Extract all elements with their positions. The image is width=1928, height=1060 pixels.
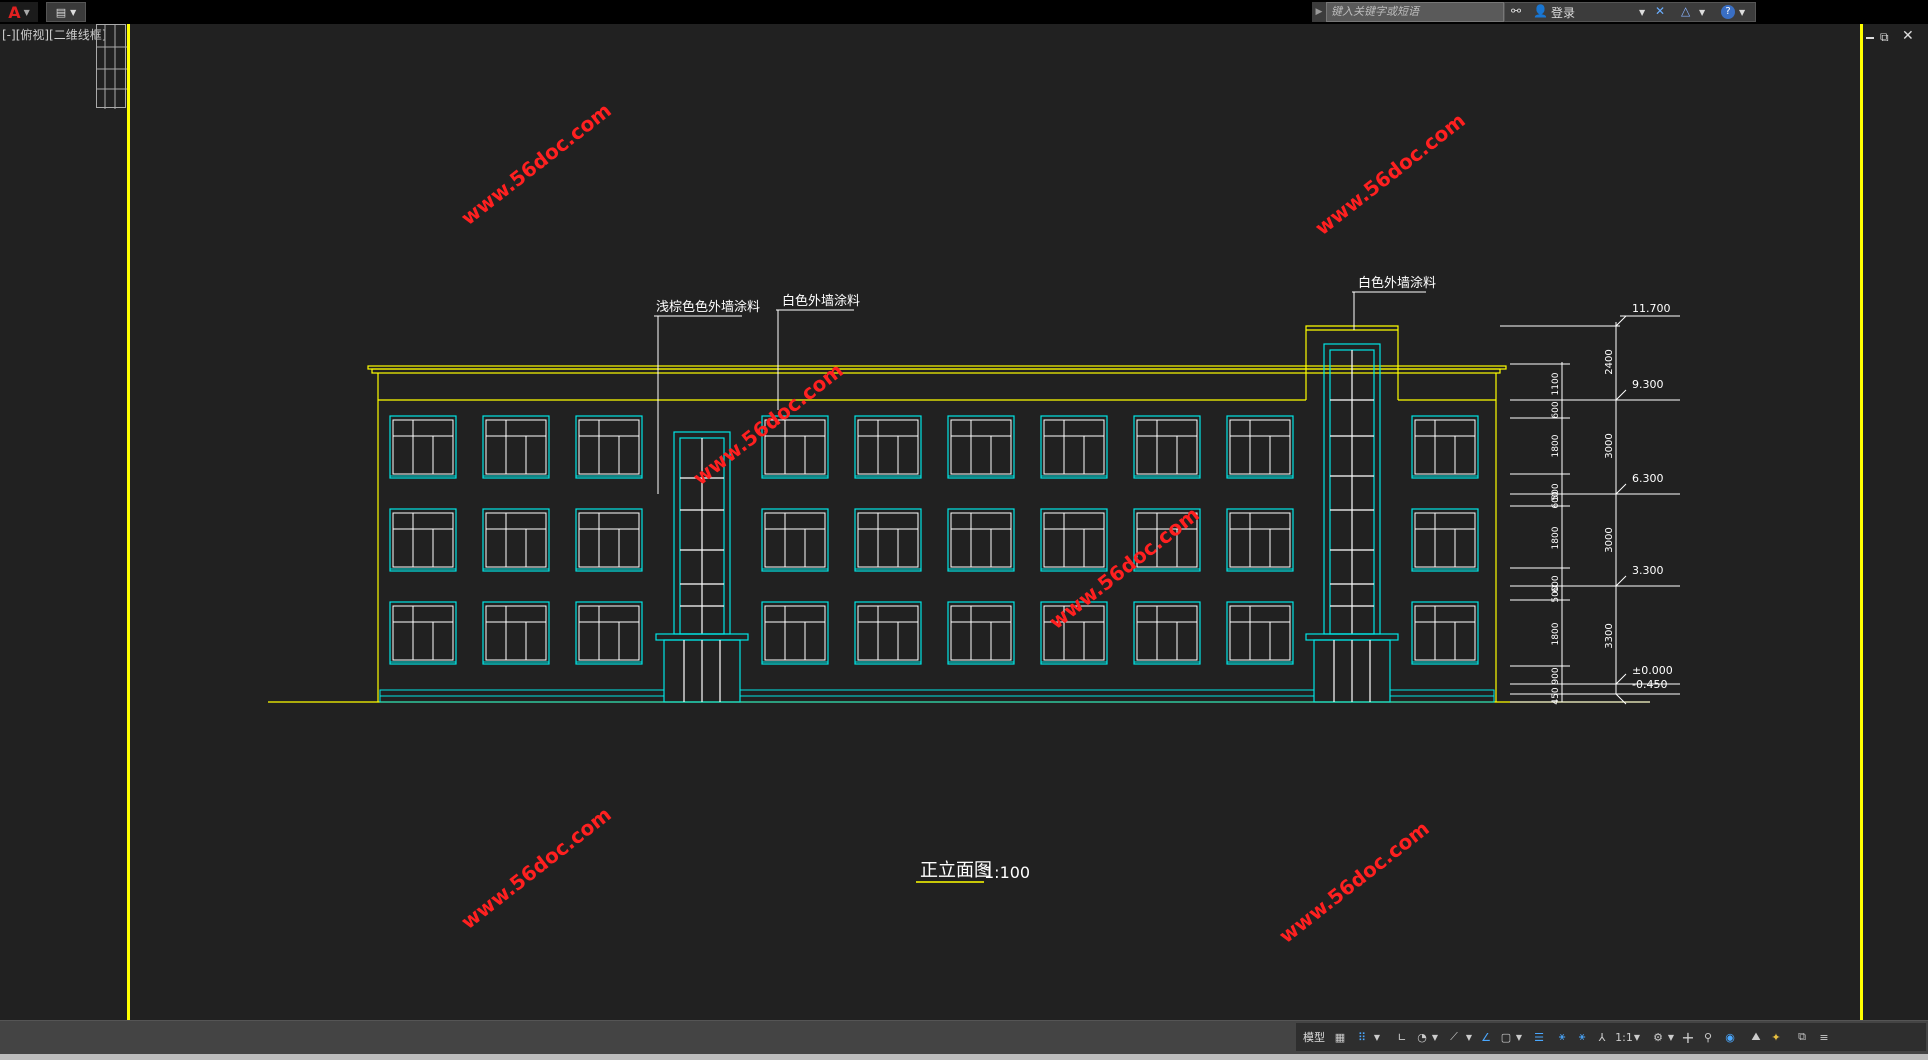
auto-scale-icon[interactable]: ⚹ — [1574, 1027, 1590, 1047]
dimension-label: 3300 — [1604, 623, 1615, 648]
watermark: www.56doc.com — [456, 98, 615, 230]
window — [761, 601, 829, 665]
customization-menu-icon[interactable]: ≡ — [1816, 1027, 1832, 1047]
drawing-scale: 1:100 — [984, 863, 1030, 882]
annotation-scale-icon[interactable]: ⅄ — [1594, 1027, 1610, 1047]
window — [389, 601, 457, 665]
dimension-label: 600 — [1551, 401, 1561, 418]
watermark: www.56doc.com — [1044, 502, 1203, 634]
dimension-label: 600 — [1551, 491, 1561, 508]
window — [575, 601, 643, 665]
dimension-label: 500 — [1551, 585, 1561, 602]
snap-icon[interactable]: ⠿ — [1354, 1027, 1370, 1047]
window — [854, 508, 922, 572]
object-snap-icon[interactable]: ▢ — [1498, 1027, 1514, 1047]
window — [575, 415, 643, 479]
window — [1411, 508, 1479, 572]
window — [1226, 415, 1294, 479]
grid-icon[interactable]: ▦ — [1332, 1027, 1348, 1047]
window — [1411, 601, 1479, 665]
model-tab[interactable]: 模型 — [1300, 1027, 1328, 1047]
dimension-label: 3000 — [1604, 527, 1615, 552]
elevation-label: 3.300 — [1632, 564, 1664, 577]
outer-dimensions: 2400 3000 3000 3300 — [1604, 349, 1615, 648]
clean-screen-icon[interactable]: ✦ — [1768, 1027, 1784, 1047]
chevron-down-icon[interactable]: ▼ — [1464, 1027, 1474, 1047]
stair-tower-right — [1305, 343, 1399, 703]
window-group — [389, 415, 1479, 665]
drawing-canvas: 浅棕色色外墙涂料 白色外墙涂料 白色外墙涂料 11.700 9.300 6.300 3… — [268, 98, 1680, 948]
watermarks: www.56doc.com www.56doc.com www.56doc.co… — [456, 98, 1469, 948]
window — [947, 601, 1015, 665]
dimension-label: 2400 — [1604, 349, 1615, 374]
window — [1133, 601, 1201, 665]
window — [482, 415, 550, 479]
window — [761, 508, 829, 572]
note-mid-material: 白色外墙涂料 — [782, 293, 860, 309]
dimension-lines — [1500, 315, 1680, 705]
window — [1411, 415, 1479, 479]
inner-dimensions: 1100600180050060018006005001800900450 — [1551, 372, 1561, 704]
window — [575, 508, 643, 572]
gear-icon[interactable]: ⚙ — [1650, 1027, 1666, 1047]
elevation-labels: 11.700 9.300 6.300 3.300 ±0.000-0.450 — [1632, 302, 1673, 691]
fullscreen-icon[interactable]: ⧉ — [1794, 1027, 1810, 1047]
dimension-label: 3000 — [1604, 433, 1615, 458]
hardware-acceleration-icon[interactable]: ⛰ — [1748, 1027, 1764, 1047]
chevron-down-icon[interactable]: ▼ — [1666, 1027, 1676, 1047]
window — [1133, 415, 1201, 479]
note-right-material: 白色外墙涂料 — [1358, 275, 1436, 291]
drawing-title: 正立面图 — [920, 860, 992, 881]
elevation-label: 6.300 — [1632, 472, 1664, 485]
window — [1040, 508, 1108, 572]
isolate-objects-icon[interactable]: ◉ — [1722, 1027, 1738, 1047]
units-icon[interactable]: ⚲ — [1700, 1027, 1716, 1047]
lineweight-icon[interactable]: ☰ — [1530, 1027, 1548, 1047]
window — [1040, 415, 1108, 479]
window — [389, 508, 457, 572]
watermark: www.56doc.com — [1310, 108, 1469, 240]
chevron-down-icon[interactable]: ▼ — [1514, 1027, 1524, 1047]
elevation-label: -0.450 — [1632, 678, 1667, 691]
window — [389, 415, 457, 479]
chevron-down-icon[interactable]: ▼ — [1632, 1027, 1642, 1047]
chevron-down-icon[interactable]: ▼ — [1430, 1027, 1440, 1047]
watermark: www.56doc.com — [1274, 816, 1433, 948]
dimension-label: 1800 — [1551, 622, 1561, 645]
object-tracking-icon[interactable]: ∠ — [1478, 1027, 1494, 1047]
window — [947, 508, 1015, 572]
window — [947, 415, 1015, 479]
annotation-visibility-icon[interactable]: ⚹ — [1554, 1027, 1570, 1047]
dimension-label: 1100 — [1551, 372, 1561, 395]
elevation-label: 11.700 — [1632, 302, 1671, 315]
chevron-down-icon[interactable]: ▼ — [1372, 1027, 1382, 1047]
window — [482, 601, 550, 665]
window — [482, 508, 550, 572]
plus-icon[interactable]: + — [1680, 1027, 1696, 1047]
dimension-label: 900 — [1551, 667, 1561, 684]
plinth-brick — [379, 689, 1495, 703]
watermark: www.56doc.com — [456, 802, 615, 934]
window — [854, 601, 922, 665]
window — [1226, 601, 1294, 665]
watermark: www.56doc.com — [688, 358, 847, 490]
building-outline — [367, 325, 1507, 702]
dimension-label: 450 — [1551, 687, 1561, 704]
annotation-scale-value[interactable]: 1:1 — [1614, 1027, 1634, 1047]
window — [854, 415, 922, 479]
note-left-material: 浅棕色色外墙涂料 — [656, 299, 760, 315]
elevation-label: ±0.000 — [1632, 664, 1673, 677]
status-tray: 模型 ▦ ⠿ ▼ ∟ ◔ ▼ ⟋ ▼ ∠ ▢ ▼ ☰ ⚹ ⚹ ⅄ 1:1 ▼ ⚙… — [1296, 1023, 1926, 1051]
dimension-label: 1800 — [1551, 526, 1561, 549]
leader-lines — [654, 291, 1426, 494]
ortho-icon[interactable]: ∟ — [1394, 1027, 1410, 1047]
isodraft-icon[interactable]: ⟋ — [1446, 1027, 1462, 1047]
window-bottom-edge — [0, 1054, 1928, 1060]
window — [1226, 508, 1294, 572]
polar-icon[interactable]: ◔ — [1414, 1027, 1430, 1047]
dimension-label: 1800 — [1551, 434, 1561, 457]
elevation-label: 9.300 — [1632, 378, 1664, 391]
